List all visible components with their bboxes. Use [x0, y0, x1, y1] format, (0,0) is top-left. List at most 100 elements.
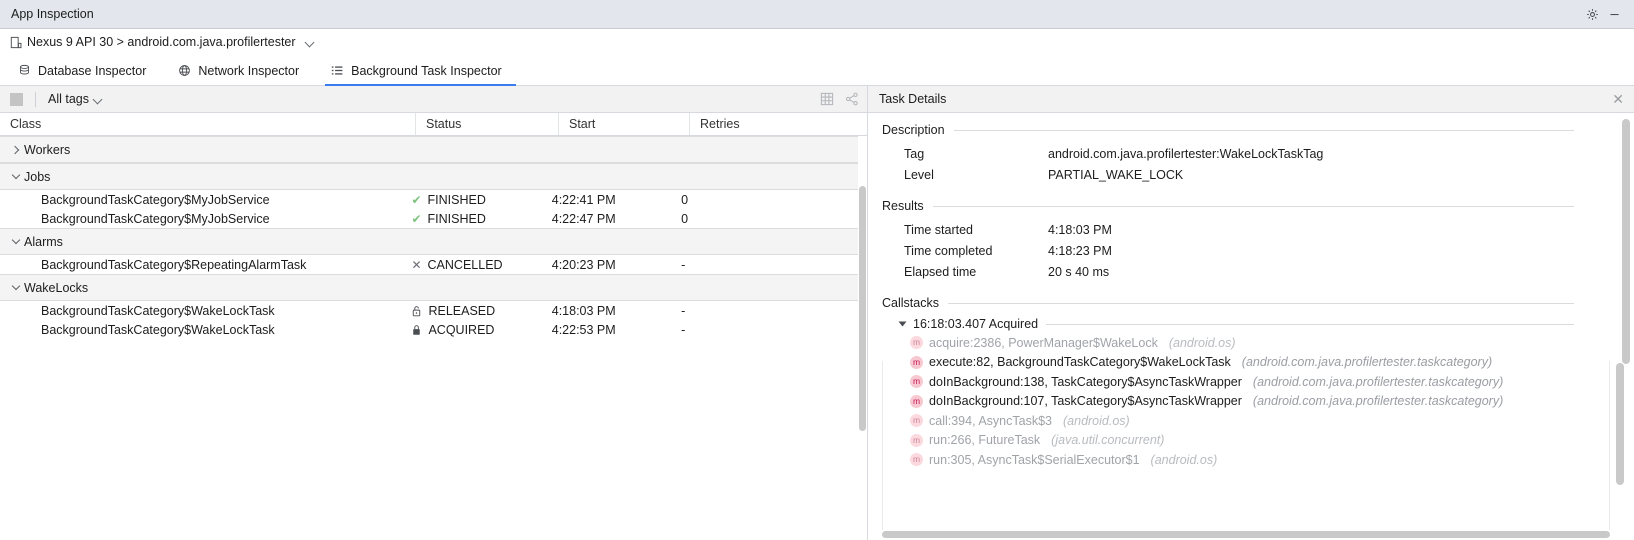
callstack-frame[interactable]: m call:394, AsyncTask$3 (android.os) [910, 411, 1634, 431]
chevron-down-icon[interactable] [8, 175, 24, 178]
results-heading-label: Results [882, 199, 924, 213]
tab-network-inspector-label: Network Inspector [198, 64, 299, 78]
method-icon: m [910, 414, 923, 427]
cell-class: BackgroundTaskCategory$MyJobService [0, 212, 410, 226]
lock-icon [411, 324, 422, 336]
chevron-right-icon[interactable] [8, 147, 24, 153]
cell-start: 4:22:47 PM [552, 212, 681, 226]
graph-view-icon[interactable] [843, 91, 860, 108]
callstack-frame[interactable]: m execute:82, BackgroundTaskCategory$Wak… [910, 353, 1634, 373]
cell-retries: - [681, 258, 858, 272]
detail-value: PARTIAL_WAKE_LOCK [1048, 165, 1183, 186]
table-view-icon[interactable] [818, 91, 835, 108]
group-row-alarms[interactable]: Alarms [0, 228, 858, 255]
group-row-jobs[interactable]: Jobs [0, 163, 858, 190]
table-row[interactable]: BackgroundTaskCategory$RepeatingAlarmTas… [0, 255, 858, 274]
method-icon: m [910, 336, 923, 349]
window-titlebar: App Inspection [0, 0, 1634, 29]
list-icon [331, 64, 344, 77]
column-header-status[interactable]: Status [415, 113, 558, 135]
triangle-down-icon[interactable] [899, 322, 907, 327]
device-selector[interactable]: Nexus 9 API 30 > android.com.java.profil… [10, 35, 315, 49]
chevron-down-icon [94, 95, 103, 104]
table-row[interactable]: BackgroundTaskCategory$MyJobService ✔ FI… [0, 190, 858, 209]
table-row[interactable]: BackgroundTaskCategory$WakeLockTask ACQU… [0, 320, 858, 339]
method-icon: m [910, 453, 923, 466]
callstacks-heading-label: Callstacks [882, 296, 939, 310]
table-row[interactable]: BackgroundTaskCategory$MyJobService ✔ FI… [0, 209, 858, 228]
group-row-workers[interactable]: Workers [0, 136, 858, 163]
cell-retries: - [681, 304, 858, 318]
tag-filter-dropdown[interactable]: All tags [48, 92, 103, 106]
detail-key: Time started [904, 220, 1048, 241]
stop-icon[interactable] [10, 93, 23, 106]
callstack-group-label: 16:18:03.407 Acquired [913, 317, 1038, 331]
cell-start: 4:20:23 PM [552, 258, 681, 272]
cell-status: ACQUIRED [410, 323, 551, 337]
detail-key: Level [904, 165, 1048, 186]
tab-background-task-inspector[interactable]: Background Task Inspector [325, 56, 516, 85]
column-header-start[interactable]: Start [558, 113, 689, 135]
callstack-frame[interactable]: m doInBackground:107, TaskCategory$Async… [910, 392, 1634, 412]
device-selector-row: Nexus 9 API 30 > android.com.java.profil… [0, 29, 1634, 56]
group-label-alarms: Alarms [24, 235, 63, 249]
task-details-header: Task Details ✕ [868, 86, 1634, 113]
task-list-toolbar: All tags [0, 86, 868, 113]
close-icon[interactable]: ✕ [1612, 92, 1624, 106]
frame-name: doInBackground:107, TaskCategory$AsyncTa… [929, 394, 1242, 408]
tab-database-inspector-label: Database Inspector [38, 64, 146, 78]
group-row-wakelocks[interactable]: WakeLocks [0, 274, 858, 301]
callstack-frame[interactable]: m doInBackground:138, TaskCategory$Async… [910, 372, 1634, 392]
detail-row-elapsed-time: Elapsed time 20 s 40 ms [882, 262, 1634, 283]
description-heading: Description [882, 123, 1634, 137]
frame-package: (android.os) [1169, 336, 1236, 350]
cell-class: BackgroundTaskCategory$WakeLockTask [0, 323, 410, 337]
cell-class: BackgroundTaskCategory$MyJobService [0, 193, 410, 207]
callstack-frame[interactable]: m run:305, AsyncTask$SerialExecutor$1 (a… [910, 450, 1634, 470]
column-header-retries[interactable]: Retries [689, 113, 868, 135]
cell-status: RELEASED [410, 304, 551, 318]
tag-filter-label: All tags [48, 92, 89, 106]
tab-database-inspector[interactable]: Database Inspector [12, 56, 160, 85]
tab-network-inspector[interactable]: Network Inspector [172, 56, 313, 85]
device-icon [10, 36, 22, 49]
chevron-down-icon[interactable] [8, 286, 24, 289]
callstack-vertical-scrollbar[interactable] [1616, 363, 1624, 485]
cell-retries: 0 [681, 193, 858, 207]
task-list-scrollbar[interactable] [859, 186, 866, 431]
callstacks-heading: Callstacks [882, 296, 1634, 310]
group-label-wakelocks: WakeLocks [24, 281, 88, 295]
cell-start: 4:18:03 PM [552, 304, 681, 318]
table-row[interactable]: BackgroundTaskCategory$WakeLockTask RELE… [0, 301, 858, 320]
cell-status-label: ACQUIRED [428, 323, 494, 337]
frame-name: doInBackground:138, TaskCategory$AsyncTa… [929, 375, 1242, 389]
minimize-icon[interactable] [1603, 3, 1625, 25]
callstack-frame[interactable]: m acquire:2386, PowerManager$WakeLock (a… [910, 333, 1634, 353]
chevron-down-icon[interactable] [8, 240, 24, 243]
frame-name: run:305, AsyncTask$SerialExecutor$1 [929, 453, 1140, 467]
callstack-horizontal-scrollbar[interactable] [882, 531, 1610, 538]
results-heading: Results [882, 199, 1634, 213]
task-details-pane: Task Details ✕ Description Tag android.c… [868, 86, 1634, 540]
callstack-group-header[interactable]: 16:18:03.407 Acquired [882, 317, 1634, 331]
x-icon: ✕ [411, 259, 421, 271]
main-split: All tags Class Status Start Retrie [0, 86, 1634, 540]
details-vertical-scrollbar[interactable] [1622, 119, 1630, 364]
detail-row-time-started: Time started 4:18:03 PM [882, 220, 1634, 241]
section-divider [948, 303, 1574, 304]
task-table-header: Class Status Start Retries [0, 113, 868, 136]
column-header-class[interactable]: Class [0, 113, 415, 135]
gear-icon[interactable] [1581, 3, 1603, 25]
frame-name: acquire:2386, PowerManager$WakeLock [929, 336, 1158, 350]
method-icon: m [910, 395, 923, 408]
method-icon: m [910, 375, 923, 388]
description-section: Description Tag android.com.java.profile… [882, 123, 1634, 186]
detail-row-time-completed: Time completed 4:18:23 PM [882, 241, 1634, 262]
frame-name: run:266, FutureTask [929, 433, 1040, 447]
callstack-frame[interactable]: m run:266, FutureTask (java.util.concurr… [910, 431, 1634, 451]
cell-status-label: FINISHED [428, 193, 486, 207]
detail-key: Tag [904, 144, 1048, 165]
method-icon: m [910, 434, 923, 447]
detail-value: 4:18:23 PM [1048, 241, 1112, 262]
detail-row-level: Level PARTIAL_WAKE_LOCK [882, 165, 1634, 186]
